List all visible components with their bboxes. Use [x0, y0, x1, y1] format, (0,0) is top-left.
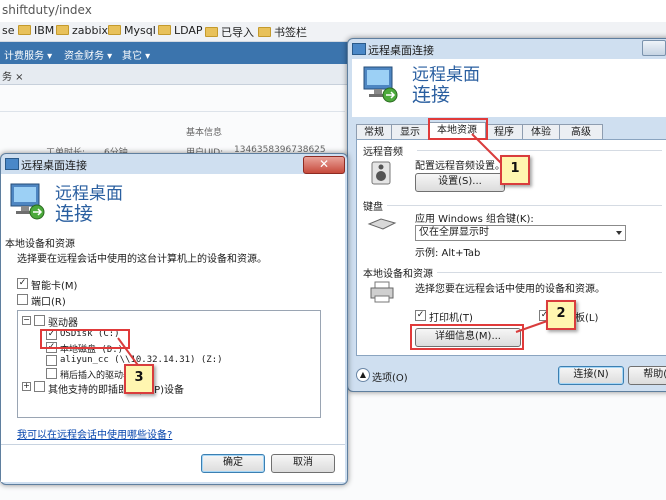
device-tree: − 驱动器 ✓ OSDisk (C:) ✓ 本地磁盘 (D:) aliyun_c… [17, 310, 321, 418]
dialog-title: 远程桌面连接 [21, 159, 87, 172]
folder-icon [158, 25, 171, 35]
printer-label: 打印机(T) [429, 313, 473, 324]
keyboard-example: 示例: Alt+Tab [415, 248, 481, 259]
folder-icon [258, 27, 271, 37]
banner-title-line2: 连接 [412, 84, 451, 106]
monitor-icon [10, 183, 45, 220]
tab-general[interactable]: 常规 [356, 124, 392, 140]
title-bar: 远程桌面连接 [348, 39, 666, 59]
bookmark-item[interactable]: zabbix [56, 24, 108, 37]
page-tab[interactable]: 务 × [2, 68, 24, 83]
folder-icon [205, 27, 218, 37]
options-toggle[interactable]: 选项(O) [372, 369, 408, 384]
tab-experience[interactable]: 体验 [522, 124, 560, 140]
local-desc: 选择您要在远程会话中使用的设备和资源。 [415, 284, 605, 295]
banner: 远程桌面 连接 [1, 174, 345, 230]
bookmark-item[interactable]: Mysql [108, 24, 156, 37]
smartcard-label: 智能卡(M) [31, 281, 78, 292]
bookmark-item[interactable]: LDAP [158, 24, 203, 37]
bookmark-item[interactable]: se [2, 24, 15, 37]
ports-label: 端口(R) [31, 297, 66, 308]
rdp-app-icon [352, 43, 366, 55]
dialog-title: 远程桌面连接 [368, 44, 434, 57]
tab-advanced[interactable]: 高级 [559, 124, 603, 140]
callout-1: 1 [500, 155, 530, 185]
help-link[interactable]: 我可以在远程会话中使用哪些设备? [17, 426, 172, 441]
speaker-icon [371, 161, 391, 185]
drive-checkbox[interactable] [46, 368, 57, 379]
callout-2: 2 [546, 300, 576, 330]
close-button[interactable]: ✕ [303, 156, 345, 174]
bookmark-item[interactable]: 已导入 [205, 24, 254, 40]
pnp-checkbox[interactable] [34, 381, 45, 392]
bookmark-item[interactable]: IBM [18, 24, 54, 37]
nav-item[interactable]: 计费服务 ▾ [4, 47, 52, 62]
collapse-toggle[interactable]: − [22, 316, 31, 325]
folder-icon [56, 25, 69, 35]
printer-device-icon [370, 281, 394, 303]
help-button[interactable]: 帮助(H [628, 366, 666, 385]
folder-icon [18, 25, 31, 35]
tab-display[interactable]: 显示 [391, 124, 429, 140]
smartcard-checkbox[interactable]: ✓ [17, 278, 28, 289]
keyboard-icon [367, 218, 397, 230]
chevron-up-icon[interactable]: ▲ [356, 368, 370, 382]
rdp-app-icon [5, 158, 19, 170]
highlight-details-button [410, 324, 524, 350]
audio-settings-button[interactable]: 设置(S)... [415, 173, 505, 192]
chevron-down-icon [616, 231, 622, 235]
nav-item[interactable]: 资金财务 ▾ [64, 47, 112, 62]
clipboard-label: 板(L) [575, 313, 599, 324]
audio-section-header: 远程音频 [363, 147, 403, 158]
local-section-header: 本地设备和资源 [363, 269, 433, 280]
banner-title-line2: 连接 [55, 203, 94, 225]
connect-button[interactable]: 连接(N) [558, 366, 624, 385]
section-header: 本地设备和资源 [5, 239, 75, 250]
printer-checkbox[interactable]: ✓ [415, 310, 426, 321]
basic-info-heading: 基本信息 [186, 128, 223, 138]
callout-3: 3 [124, 364, 154, 394]
bookmark-item[interactable]: 书签栏 [258, 24, 307, 40]
drive-checkbox[interactable] [46, 355, 57, 366]
windows-key-combo-select[interactable]: 仅在全屏显示时 [415, 225, 626, 241]
tab-strip: 常规 显示 本地资源 程序 体验 高级 [356, 122, 666, 140]
minimize-button[interactable] [642, 40, 666, 56]
dialog-body: 本地设备和资源 选择要在远程会话中使用的这台计算机上的设备和资源。 ✓ 智能卡(… [1, 230, 345, 482]
banner-title-line1: 远程桌面 [55, 184, 123, 204]
nav-item[interactable]: 其它 ▾ [122, 47, 150, 62]
drives-label: 驱动器 [48, 318, 78, 329]
drives-checkbox[interactable] [34, 315, 45, 326]
pnp-label: 其他支持的即插即用(PnP)设备 [48, 385, 185, 396]
title-bar: 远程桌面连接 ✕ [1, 154, 347, 174]
ok-button[interactable]: 确定 [201, 454, 265, 473]
ports-checkbox[interactable] [17, 294, 28, 305]
banner: 远程桌面 连接 [352, 59, 666, 117]
monitor-icon [363, 66, 398, 103]
banner-title-line1: 远程桌面 [412, 65, 480, 85]
section-desc: 选择要在远程会话中使用的这台计算机上的设备和资源。 [17, 254, 267, 265]
folder-icon [108, 25, 121, 35]
keyboard-section-header: 键盘 [363, 202, 383, 213]
local-devices-dialog: 远程桌面连接 ✕ 远程桌面 连接 本地设备和资源 选择要在远程会话中使用的这台计… [0, 153, 348, 485]
cancel-button[interactable]: 取消 [271, 454, 335, 473]
expand-toggle[interactable]: + [22, 382, 31, 391]
address-bar[interactable]: shiftduty/index [0, 0, 666, 23]
keyboard-desc: 应用 Windows 组合键(K): [415, 214, 534, 225]
